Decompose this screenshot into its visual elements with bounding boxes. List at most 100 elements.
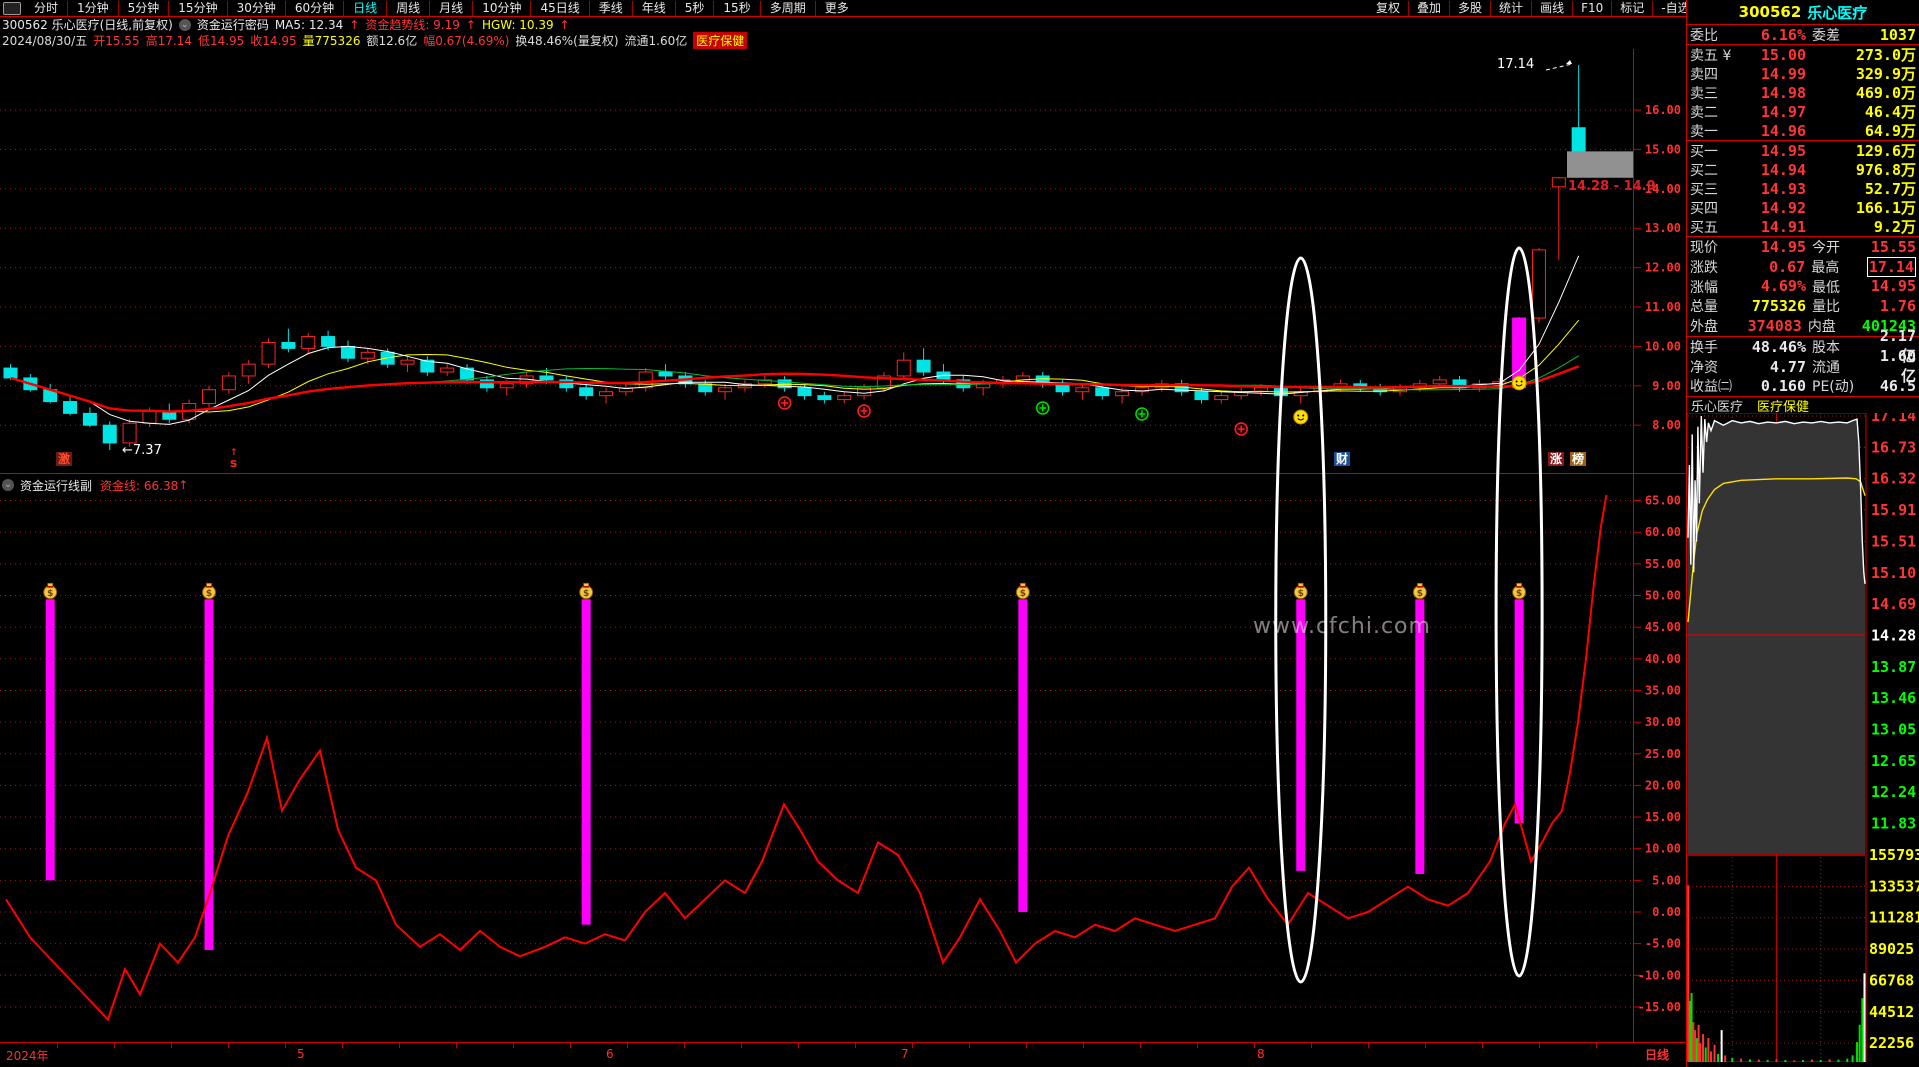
svg-text:10.00: 10.00 — [1645, 842, 1681, 856]
svg-text:$: $ — [1020, 589, 1026, 599]
order-price: 14.98 — [1760, 83, 1806, 102]
svg-text:13.87: 13.87 — [1871, 658, 1916, 676]
sell-row[interactable]: 卖三 14.98 469.0万 — [1687, 83, 1919, 103]
menu-item-45日线[interactable]: 45日线 — [530, 0, 588, 16]
svg-text:22256: 22256 — [1869, 1034, 1914, 1052]
menu-item-15分钟[interactable]: 15分钟 — [168, 0, 226, 16]
menu-item-10分钟[interactable]: 10分钟 — [472, 0, 530, 16]
sell-row[interactable]: 卖一 14.96 64.9万 — [1687, 121, 1919, 141]
menu-item-日线[interactable]: 日线 — [343, 0, 386, 16]
menu-item-季线[interactable]: 季线 — [588, 0, 632, 16]
event-marker-榜[interactable]: 榜 — [1570, 452, 1587, 466]
title-seg: HGW: 10.39 — [481, 17, 554, 32]
stat-row: 涨跌 0.67 最高 17.14 — [1687, 256, 1919, 277]
stat-value: 374083 — [1747, 317, 1802, 336]
sell-row[interactable]: 卖五 ¥ 15.00 273.0万 — [1687, 45, 1919, 65]
order-volume: 52.7万 — [1864, 180, 1916, 198]
menu-item-60分钟[interactable]: 60分钟 — [284, 0, 343, 16]
menu-item-年线[interactable]: 年线 — [631, 0, 675, 16]
info-seg: 高17.14 — [145, 33, 192, 48]
tool-标记[interactable]: 标记 — [1611, 0, 1652, 16]
svg-text:25.00: 25.00 — [1645, 747, 1681, 761]
event-marker-财[interactable]: 财 — [1334, 452, 1351, 466]
info-seg: 2024/08/30/五 — [2, 33, 88, 48]
order-label: 卖五 ¥ — [1690, 47, 1732, 64]
buy-row[interactable]: 买二 14.94 976.8万 — [1687, 160, 1919, 180]
period-menu: 分时 1分钟 5分钟 15分钟 30分钟 60分钟 日线 周线 月线 10分钟 45日线 季线 年线 5秒… — [25, 0, 858, 16]
buy-row[interactable]: 买五 14.91 9.2万 — [1687, 217, 1919, 237]
menu-item-1分钟[interactable]: 1分钟 — [67, 0, 118, 16]
tool-多股[interactable]: 多股 — [1449, 0, 1490, 16]
money-bag-icon: $ — [579, 582, 594, 600]
minichart-tabs: 乐心医疗 医疗保健 — [1687, 397, 1919, 415]
info-seg: 流通1.60亿 — [624, 33, 688, 48]
stat-value: 1.76 — [1879, 297, 1916, 316]
menu-item-15秒[interactable]: 15秒 — [713, 0, 759, 16]
tool-统计[interactable]: 统计 — [1490, 0, 1531, 16]
tool-复权[interactable]: 复权 — [1368, 1, 1408, 16]
menu-item-多周期[interactable]: 多周期 — [759, 0, 815, 16]
stat-value: 48.46% — [1751, 337, 1806, 356]
money-bag-icon: $ — [1512, 582, 1527, 600]
svg-text:155793: 155793 — [1869, 846, 1919, 864]
order-label: 卖三 — [1690, 85, 1718, 102]
svg-text:13.46: 13.46 — [1871, 689, 1916, 707]
trading-app-window: 分时 1分钟 5分钟 15分钟 30分钟 60分钟 日线 周线 月线 10分钟 45日线 季线 年线 5秒… — [0, 0, 1919, 1067]
intraday-mini-chart[interactable]: 17.14 16.73 16.32 15.91 15.51 15.10 14.69 14.28… — [1687, 413, 1919, 1062]
menu-item-5分钟[interactable]: 5分钟 — [117, 0, 169, 16]
stat-label: 收益㈡ — [1690, 379, 1732, 396]
weicha-value: 1037 — [1879, 25, 1916, 44]
svg-text:11.83: 11.83 — [1871, 815, 1916, 833]
menu-item-月线[interactable]: 月线 — [429, 0, 472, 16]
month-label-7: 7 — [901, 1047, 909, 1061]
order-label: 卖四 — [1690, 66, 1718, 83]
buy-row[interactable]: 买四 14.92 166.1万 — [1687, 198, 1919, 218]
app-logo-icon[interactable] — [3, 1, 21, 15]
svg-text:$: $ — [1298, 589, 1304, 599]
info-seg: 额12.6亿 — [366, 33, 418, 48]
month-label-6: 6 — [606, 1047, 614, 1061]
svg-text:89025: 89025 — [1869, 940, 1914, 958]
stat-value: 4.77 — [1769, 357, 1806, 376]
main-candlestick-chart[interactable] — [0, 49, 1633, 473]
info-seg: 幅0.67(4.69%) — [423, 33, 510, 48]
tool-叠加[interactable]: 叠加 — [1408, 0, 1449, 16]
order-label: 卖一 — [1690, 123, 1718, 140]
svg-text:65.00: 65.00 — [1645, 494, 1681, 508]
buy-row[interactable]: 买一 14.95 129.6万 — [1687, 141, 1919, 161]
menu-item-分时[interactable]: 分时 — [25, 1, 67, 16]
menu-item-更多[interactable]: 更多 — [814, 0, 858, 16]
menu-item-5秒[interactable]: 5秒 — [674, 0, 714, 16]
stat-label: 现价 — [1690, 239, 1718, 256]
indicator-chart[interactable]: $ $ $ $ $ $ $ — [0, 495, 1633, 1042]
svg-text:60.00: 60.00 — [1645, 525, 1681, 539]
stat-value: 15.55 — [1870, 237, 1916, 256]
order-price: 14.97 — [1760, 102, 1806, 121]
collapse-icon[interactable]: ⌄ — [2, 479, 14, 491]
tool-画线[interactable]: 画线 — [1531, 0, 1572, 16]
menu-item-周线[interactable]: 周线 — [386, 0, 429, 16]
event-marker-激[interactable]: 激 — [56, 452, 73, 466]
svg-text:133537: 133537 — [1869, 877, 1919, 895]
svg-text:20.00: 20.00 — [1645, 778, 1681, 792]
event-marker-涨[interactable]: 涨 — [1548, 452, 1565, 466]
indicator-name[interactable]: 资金运行线副 — [20, 477, 92, 494]
sell-row[interactable]: 卖二 14.97 46.4万 — [1687, 102, 1919, 122]
watermark: www.cfchi.com — [1253, 614, 1431, 639]
menu-item-30分钟[interactable]: 30分钟 — [226, 0, 285, 16]
svg-text:$: $ — [1417, 589, 1423, 599]
money-bag-icon: $ — [1412, 582, 1427, 600]
event-marker-s[interactable]: ↑ s — [228, 449, 240, 471]
order-price: 14.92 — [1760, 198, 1806, 217]
stat-value: 4.69% — [1760, 277, 1806, 296]
title-seg: ↑ — [559, 17, 570, 32]
weibi-value: 6.16% — [1760, 25, 1806, 44]
dropdown-circle-icon[interactable]: ⌄ — [178, 18, 191, 31]
stat-value: 775326 — [1751, 297, 1806, 316]
stat-row: 总量 775326 量比 1.76 — [1687, 296, 1919, 316]
tool-F10[interactable]: F10 — [1572, 0, 1611, 16]
stat-row: 净资 4.77 流通 1.60亿 — [1687, 347, 1919, 385]
sell-row[interactable]: 卖四 14.99 329.9万 — [1687, 64, 1919, 84]
buy-row[interactable]: 买三 14.93 52.7万 — [1687, 179, 1919, 199]
svg-text:35.00: 35.00 — [1645, 683, 1681, 697]
